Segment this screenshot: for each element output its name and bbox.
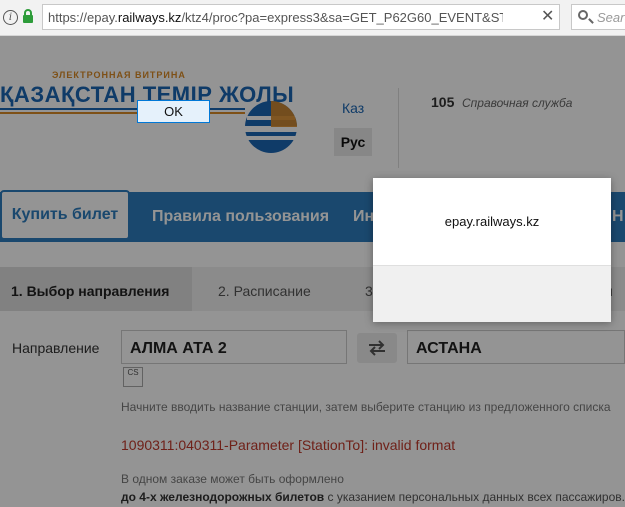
- url-text: https://epay.railways.kz/ktz4/proc?pa=ex…: [48, 10, 503, 25]
- alert-dialog: epay.railways.kz: [373, 178, 611, 322]
- ok-button[interactable]: OK: [137, 100, 210, 123]
- search-icon: [578, 10, 588, 20]
- address-bar[interactable]: https://epay.railways.kz/ktz4/proc?pa=ex…: [42, 4, 560, 30]
- dialog-footer: [373, 265, 611, 322]
- dialog-body: epay.railways.kz: [373, 178, 611, 265]
- search-placeholder: Search: [597, 10, 625, 25]
- browser-toolbar: i https://epay.railways.kz/ktz4/proc?pa=…: [0, 0, 625, 36]
- dialog-message: epay.railways.kz: [444, 214, 540, 229]
- lock-icon[interactable]: [22, 9, 34, 23]
- search-input[interactable]: Search: [571, 4, 625, 30]
- close-icon[interactable]: ✕: [541, 6, 554, 26]
- info-icon[interactable]: i: [3, 10, 18, 25]
